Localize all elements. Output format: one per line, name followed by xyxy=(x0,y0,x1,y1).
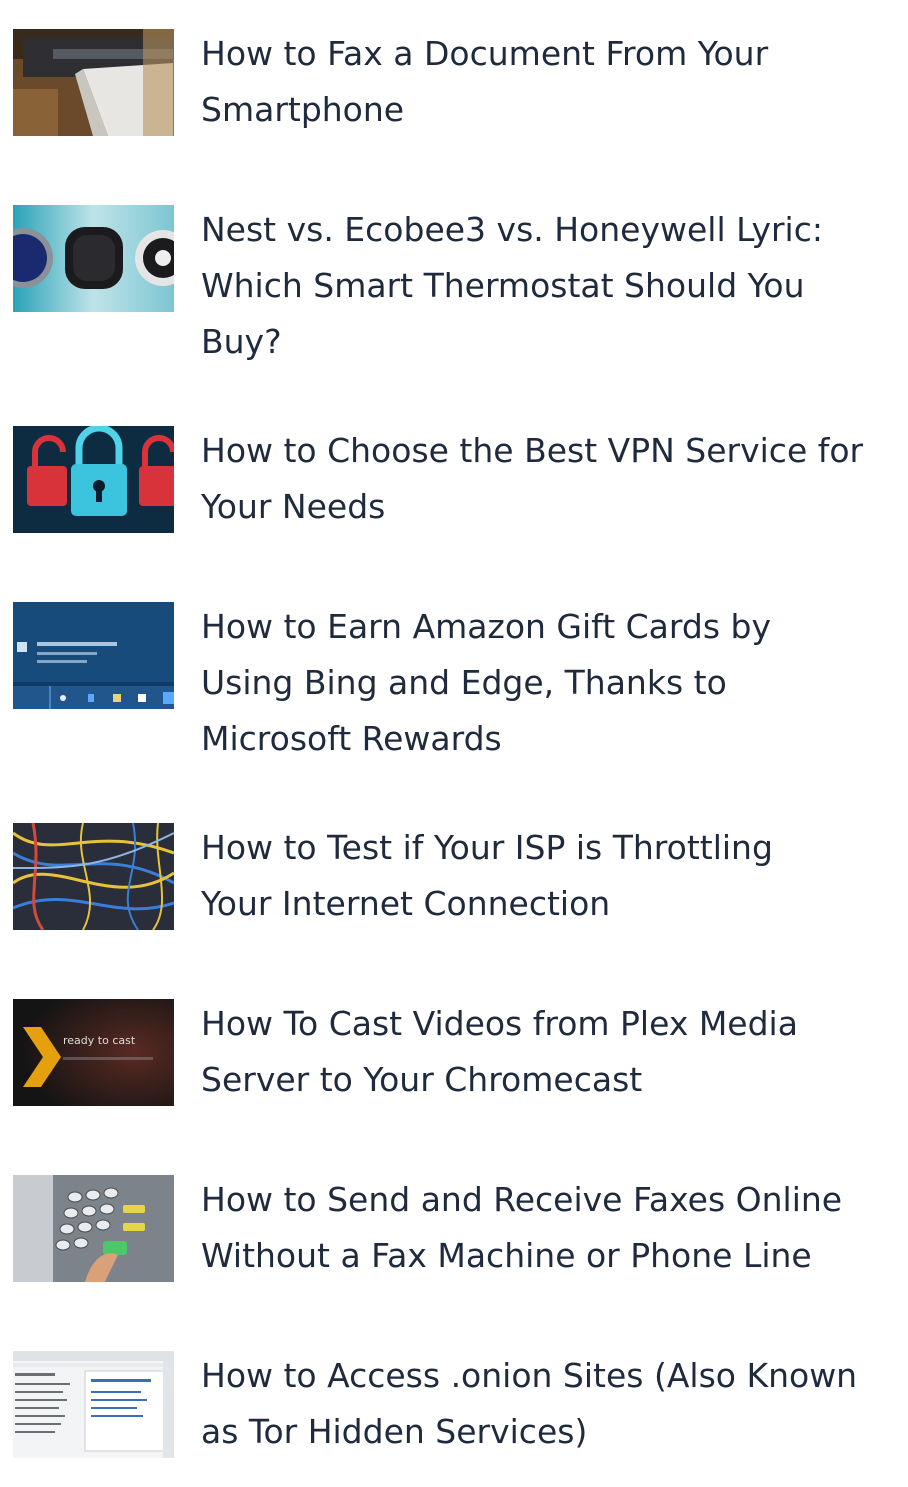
tor-browser-screenshot-thumbnail[interactable] xyxy=(13,1351,174,1458)
article-title[interactable]: How to Fax a Document From Your Smartpho… xyxy=(201,26,908,138)
article-title[interactable]: How To Cast Videos from Plex Media Serve… xyxy=(201,996,908,1108)
thermostats-thumbnail[interactable] xyxy=(13,205,174,312)
article-title[interactable]: How to Test if Your ISP is Throttling Yo… xyxy=(201,820,908,932)
article-title[interactable]: How to Access .onion Sites (Also Known a… xyxy=(201,1348,908,1460)
article-title[interactable]: How to Send and Receive Faxes Online Wit… xyxy=(201,1172,908,1284)
article-title[interactable]: How to Choose the Best VPN Service for Y… xyxy=(201,423,908,535)
padlocks-thumbnail[interactable] xyxy=(13,426,174,533)
article-link-smart-thermostats[interactable]: Nest vs. Ecobee3 vs. Honeywell Lyric: Wh… xyxy=(13,205,908,375)
windows-taskbar-thumbnail[interactable] xyxy=(13,602,174,709)
fax-machine-thumbnail[interactable] xyxy=(13,29,174,136)
article-title[interactable]: Nest vs. Ecobee3 vs. Honeywell Lyric: Wh… xyxy=(201,202,908,370)
article-link-microsoft-rewards[interactable]: How to Earn Amazon Gift Cards by Using B… xyxy=(13,602,908,772)
plex-cast-thumbnail[interactable]: ready to cast xyxy=(13,999,174,1106)
fax-keypad-thumbnail[interactable] xyxy=(13,1175,174,1282)
article-link-vpn-service[interactable]: How to Choose the Best VPN Service for Y… xyxy=(13,426,908,536)
article-link-fax-smartphone[interactable]: How to Fax a Document From Your Smartpho… xyxy=(13,29,908,139)
network-cables-thumbnail[interactable] xyxy=(13,823,174,930)
related-articles-list: How to Fax a Document From Your Smartpho… xyxy=(0,0,908,1487)
article-link-plex-chromecast[interactable]: ready to cast How To Cast Videos from Pl… xyxy=(13,999,908,1109)
thumb-caption: ready to cast xyxy=(63,1034,136,1047)
article-link-onion-sites[interactable]: How to Access .onion Sites (Also Known a… xyxy=(13,1351,908,1461)
article-link-isp-throttling[interactable]: How to Test if Your ISP is Throttling Yo… xyxy=(13,823,908,933)
article-link-faxes-online[interactable]: How to Send and Receive Faxes Online Wit… xyxy=(13,1175,908,1285)
article-title[interactable]: How to Earn Amazon Gift Cards by Using B… xyxy=(201,599,908,767)
